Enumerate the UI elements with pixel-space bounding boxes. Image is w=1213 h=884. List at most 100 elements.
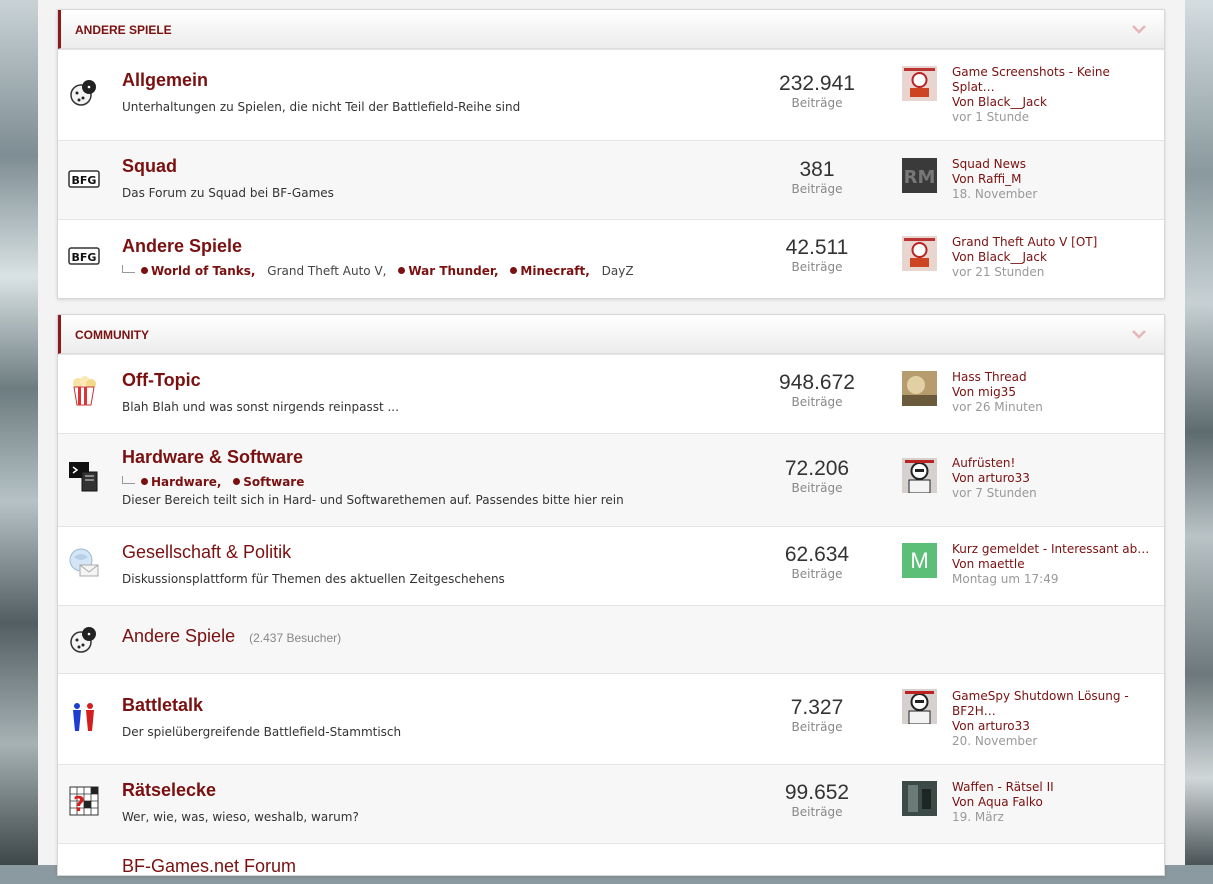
unread-dot-icon bbox=[398, 267, 406, 274]
subforum-list: Hardware, Software bbox=[122, 475, 304, 489]
avatar[interactable] bbox=[902, 66, 937, 101]
avatar[interactable] bbox=[902, 371, 937, 406]
subforum-link[interactable]: War Thunder, bbox=[408, 264, 498, 278]
forum-title[interactable]: Squad bbox=[122, 156, 177, 177]
avatar-letter[interactable]: M bbox=[902, 543, 937, 578]
last-post-title[interactable]: Game Screenshots - Keine Splat… bbox=[952, 65, 1152, 95]
unread-dot-icon bbox=[141, 267, 148, 274]
forum-description: Wer, wie, was, wieso, weshalb, warum? bbox=[122, 810, 359, 824]
collapse-chevron-icon[interactable] bbox=[1132, 327, 1146, 341]
post-count-label: Beiträge bbox=[791, 805, 843, 819]
post-count: 42.511 Beiträge bbox=[758, 236, 876, 274]
last-post-title[interactable]: Waffen - Rätsel II bbox=[952, 780, 1152, 795]
bfg-icon: BFG bbox=[68, 247, 100, 265]
forum-row-allgemein: Allgemein Unterhaltungen zu Spielen, die… bbox=[58, 49, 1164, 140]
last-post-time: Montag um 17:49 bbox=[952, 572, 1059, 586]
forum-title[interactable]: Off-Topic bbox=[122, 370, 201, 391]
last-post-author[interactable]: Von arturo33 bbox=[952, 471, 1152, 486]
post-count-label: Beiträge bbox=[791, 481, 843, 495]
last-post-title[interactable]: Squad News bbox=[952, 157, 1152, 172]
category-andere-spiele: ANDERE SPIELE Allgemein Unterhaltungen z… bbox=[57, 9, 1165, 299]
last-post: Waffen - Rätsel II Von Aqua Falko 19. Mä… bbox=[952, 780, 1152, 825]
post-count: 99.652 Beiträge bbox=[758, 781, 876, 819]
forum-title[interactable]: Allgemein bbox=[122, 70, 208, 91]
last-post-time: vor 26 Minuten bbox=[952, 400, 1043, 414]
last-post-title[interactable]: GameSpy Shutdown Lösung - BF2H… bbox=[952, 689, 1152, 719]
dice-icon bbox=[70, 627, 96, 653]
forum-title[interactable]: Battletalk bbox=[122, 695, 203, 716]
last-post-author[interactable]: Von maettle bbox=[952, 557, 1152, 572]
category-header[interactable]: COMMUNITY bbox=[58, 315, 1164, 354]
subforum-link[interactable]: Hardware, bbox=[151, 475, 221, 489]
category-header[interactable]: ANDERE SPIELE bbox=[58, 10, 1164, 49]
post-count-label: Beiträge bbox=[791, 720, 843, 734]
post-count: 7.327 Beiträge bbox=[758, 696, 876, 734]
last-post-author[interactable]: Von Black__Jack bbox=[952, 250, 1152, 265]
subforum-link[interactable]: Grand Theft Auto V, bbox=[267, 264, 386, 278]
last-post-author[interactable]: Von mig35 bbox=[952, 385, 1152, 400]
last-post-title[interactable]: Hass Thread bbox=[952, 370, 1152, 385]
post-count: 948.672 Beiträge bbox=[758, 371, 876, 409]
last-post-title[interactable]: Aufrüsten! bbox=[952, 456, 1152, 471]
forum-row-squad: BFG Squad Das Forum zu Squad bei BF-Game… bbox=[58, 140, 1164, 219]
unread-dot-icon bbox=[233, 478, 241, 485]
last-post-time: vor 7 Stunden bbox=[952, 486, 1037, 500]
last-post: Hass Thread Von mig35 vor 26 Minuten bbox=[952, 370, 1152, 415]
forum-title[interactable]: Andere Spiele bbox=[122, 236, 242, 257]
collapse-chevron-icon[interactable] bbox=[1132, 22, 1146, 36]
forum-page: ANDERE SPIELE Allgemein Unterhaltungen z… bbox=[38, 0, 1185, 876]
subforum-link[interactable]: DayZ bbox=[602, 264, 634, 278]
forum-link-row: Andere Spiele (2.437 Besucher) bbox=[122, 626, 341, 647]
terminal-icon bbox=[69, 462, 98, 492]
subforum-link[interactable]: Minecraft, bbox=[520, 264, 589, 278]
post-count-value: 232.941 bbox=[779, 72, 855, 95]
subforum-list: World of Tanks, Grand Theft Auto V, War … bbox=[122, 264, 634, 278]
subforum-link[interactable]: World of Tanks, bbox=[151, 264, 255, 278]
background-right bbox=[1185, 0, 1213, 865]
background-left bbox=[0, 0, 38, 865]
people-icon bbox=[73, 703, 94, 731]
last-post-title[interactable]: Grand Theft Auto V [OT] bbox=[952, 235, 1152, 250]
last-post-time: vor 1 Stunde bbox=[952, 110, 1030, 124]
dice-icon bbox=[70, 80, 96, 106]
last-post-author[interactable]: Von Aqua Falko bbox=[952, 795, 1152, 810]
avatar[interactable]: RM bbox=[902, 158, 937, 193]
avatar[interactable] bbox=[902, 689, 937, 724]
forum-row-bf-games-forum: BF-Games.net Forum bbox=[58, 843, 1164, 884]
forum-title[interactable]: Andere Spiele bbox=[122, 626, 235, 646]
post-count-value: 381 bbox=[799, 158, 835, 181]
avatar[interactable] bbox=[902, 781, 937, 816]
forum-row-battletalk: Battletalk Der spielübergreifende Battle… bbox=[58, 673, 1164, 764]
post-count-label: Beiträge bbox=[791, 96, 843, 110]
svg-text:RM: RM bbox=[904, 167, 936, 188]
bfg-icon: BFG bbox=[68, 170, 100, 188]
visitor-count: (2.437 Besucher) bbox=[249, 631, 342, 645]
last-post: Squad News Von Raffi_M 18. November bbox=[952, 157, 1152, 202]
last-post-author[interactable]: Von Black__Jack bbox=[952, 95, 1152, 110]
post-count-value: 7.327 bbox=[790, 696, 844, 719]
forum-description: Der spielübergreifende Battlefield-Stamm… bbox=[122, 725, 402, 739]
forum-row-raetselecke: ? Rätselecke Wer, wie, was, wieso, wesha… bbox=[58, 764, 1164, 843]
forum-title[interactable]: Hardware & Software bbox=[122, 447, 303, 468]
last-post-title[interactable]: Kurz gemeldet - Interessant ab… bbox=[952, 542, 1152, 557]
forum-title[interactable]: BF-Games.net Forum bbox=[122, 856, 296, 877]
category-title[interactable]: ANDERE SPIELE bbox=[75, 23, 172, 37]
forum-title[interactable]: Gesellschaft & Politik bbox=[122, 542, 291, 563]
subforum-link[interactable]: Software bbox=[243, 475, 304, 489]
svg-text:BFG: BFG bbox=[72, 251, 97, 264]
last-post: Grand Theft Auto V [OT] Von Black__Jack … bbox=[952, 235, 1152, 280]
last-post-author[interactable]: Von Raffi_M bbox=[952, 172, 1152, 187]
last-post-time: vor 21 Stunden bbox=[952, 265, 1045, 279]
avatar[interactable] bbox=[902, 458, 937, 493]
forum-row-gesellschaft-politik: Gesellschaft & Politik Diskussionsplattf… bbox=[58, 526, 1164, 605]
last-post-time: 19. März bbox=[952, 810, 1004, 824]
avatar[interactable] bbox=[902, 236, 937, 271]
post-count: 381 Beiträge bbox=[758, 158, 876, 196]
post-count-label: Beiträge bbox=[791, 182, 843, 196]
last-post-author[interactable]: Von arturo33 bbox=[952, 719, 1152, 734]
category-title[interactable]: COMMUNITY bbox=[75, 328, 149, 342]
forum-description: Diskussionsplattform für Themen des aktu… bbox=[122, 572, 505, 586]
forum-description: Dieser Bereich teilt sich in Hard- und S… bbox=[122, 493, 624, 507]
forum-title[interactable]: Rätselecke bbox=[122, 780, 216, 801]
unread-dot-icon bbox=[141, 478, 148, 485]
